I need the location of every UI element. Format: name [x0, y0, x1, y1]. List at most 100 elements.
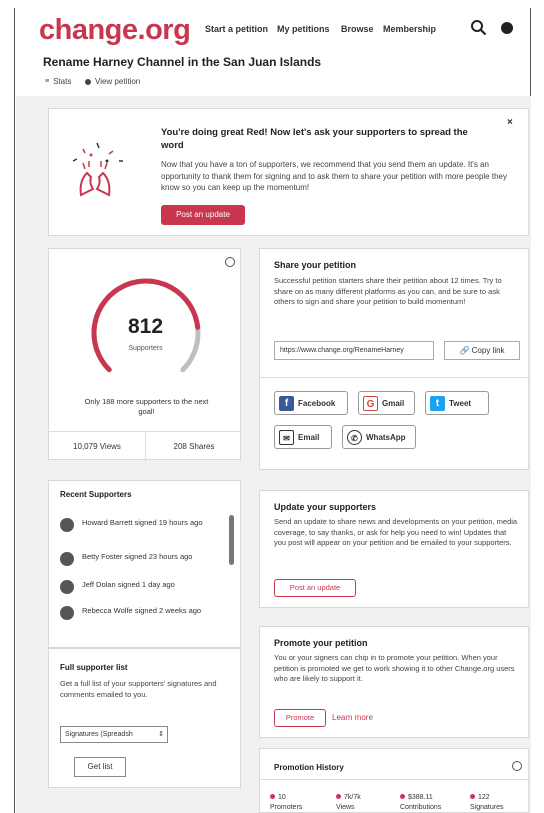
stat-value: $388.11	[408, 794, 433, 801]
tweet-share-button[interactable]: t Tweet	[425, 391, 489, 415]
stat-label: Promoters	[270, 804, 303, 811]
change-org-logo[interactable]: change.org	[39, 14, 191, 47]
refresh-icon[interactable]	[225, 257, 235, 267]
share-text: Successful petition starters share their…	[274, 276, 502, 306]
gmail-share-button[interactable]: G Gmail	[358, 391, 415, 415]
format-select[interactable]: Signatures (Spreadsh ⇕	[60, 726, 168, 743]
celebration-icon	[72, 142, 123, 197]
get-list-button[interactable]: Get list	[74, 757, 126, 777]
learn-more-link[interactable]: Learn more	[332, 713, 373, 722]
history-contributions: $388.11 Contributions	[400, 793, 441, 813]
supporter-entry: Howard Barrett signed 19 hours ago	[82, 518, 203, 527]
list-item: Jeff Dolan signed 1 day ago	[60, 579, 220, 594]
gmail-icon: G	[363, 395, 378, 411]
email-share-button[interactable]: ✉ Email	[274, 425, 332, 449]
stats-row: 10,079 Views 208 Shares	[49, 431, 242, 461]
promoters-icon	[270, 794, 275, 799]
promote-title: Promote your petition	[274, 638, 368, 648]
avatar	[60, 518, 74, 532]
supporters-count: 812	[127, 315, 164, 338]
full-list-text: Get a full list of your supporters' sign…	[60, 679, 217, 699]
whatsapp-icon: ✆	[347, 429, 362, 445]
promote-card: Promote your petition You or your signer…	[259, 626, 529, 738]
stat-value: 10	[278, 794, 286, 801]
petition-title: Rename Harney Channel in the San Juan Is…	[43, 55, 322, 69]
user-avatar[interactable]	[501, 22, 513, 34]
refresh-icon[interactable]	[512, 761, 522, 771]
list-item: Rebecca Wolfe signed 2 weeks ago	[60, 605, 220, 620]
nav-membership[interactable]: Membership	[383, 24, 436, 34]
share-divider	[260, 377, 530, 378]
full-list-title: Full supporter list	[60, 663, 128, 672]
stat-value: 7k/7k	[344, 794, 361, 801]
eye-icon	[85, 78, 91, 85]
update-title: Update your supporters	[274, 502, 377, 512]
shares-count: 208 Shares	[145, 432, 242, 461]
list-item: Betty Foster signed 23 hours ago	[60, 551, 220, 566]
recent-supporters-card: Recent Supporters Howard Barrett signed …	[48, 480, 241, 648]
supporters-card: 812 Supporters Only 188 more supporters …	[48, 248, 242, 461]
whatsapp-share-button[interactable]: ✆ WhatsApp	[342, 425, 416, 449]
supporter-entry: Betty Foster signed 23 hours ago	[82, 552, 193, 561]
format-select-value: Signatures (Spreadsh	[65, 731, 133, 738]
history-promoters: 10 Promoters	[270, 793, 302, 813]
banner-text: Now that you have a ton of supporters, w…	[161, 160, 507, 192]
share-title: Share your petition	[274, 260, 357, 270]
share-card: Share your petition Successful petition …	[259, 248, 530, 470]
supporters-label: Supporters	[128, 345, 163, 352]
promote-text: You or your signers can chip in to promo…	[274, 653, 515, 683]
copy-link-label: Copy link	[471, 346, 505, 355]
petition-url-field[interactable]: https://www.change.org/RenameHarney	[274, 341, 434, 360]
tab-view-petition[interactable]: View petition	[85, 77, 140, 86]
chevron-down-icon: ⇕	[158, 731, 164, 738]
post-update-button[interactable]: Post an update	[161, 205, 245, 225]
stat-label: Signatures	[470, 804, 504, 811]
list-item: Howard Barrett signed 19 hours ago	[60, 517, 220, 532]
tweet-label: Tweet	[449, 398, 472, 408]
stat-label: Views	[336, 804, 355, 811]
supporter-entry: Jeff Dolan signed 1 day ago	[82, 580, 175, 589]
envelope-icon: ✉	[279, 429, 294, 445]
tab-stats[interactable]: ≡ Stats	[45, 77, 71, 86]
stat-value: 122	[478, 794, 490, 801]
contributions-icon	[400, 794, 405, 799]
tab-view-petition-label: View petition	[95, 77, 141, 86]
facebook-label: Facebook	[298, 398, 336, 408]
avatar	[60, 606, 74, 620]
facebook-icon: f	[279, 395, 294, 411]
supporter-entry: Rebecca Wolfe signed 2 weeks ago	[82, 606, 202, 615]
views-icon	[336, 794, 341, 799]
scrollbar[interactable]	[229, 515, 234, 565]
post-update-outline-button[interactable]: Post an update	[274, 579, 356, 597]
nav-my-petitions[interactable]: My petitions	[277, 24, 330, 34]
page-frame: change.org Start a petition My petitions…	[14, 8, 531, 813]
signatures-icon	[470, 794, 475, 799]
top-navigation: change.org Start a petition My petitions…	[15, 8, 532, 52]
banner-title: You're doing great Red! Now let's ask yo…	[161, 127, 468, 151]
history-views: 7k/7k Views	[336, 793, 361, 813]
facebook-share-button[interactable]: f Facebook	[274, 391, 348, 415]
email-label: Email	[298, 432, 320, 442]
gmail-label: Gmail	[382, 398, 405, 408]
search-icon[interactable]	[470, 19, 487, 36]
encouragement-banner: You're doing great Red! Now let's ask yo…	[48, 108, 529, 236]
nav-start-petition[interactable]: Start a petition	[205, 24, 268, 34]
promote-button[interactable]: Promote	[274, 709, 326, 727]
twitter-icon: t	[430, 395, 445, 411]
history-divider	[260, 779, 530, 780]
promotion-history-card: Promotion History 10 Promoters 7k/7k Vie…	[259, 748, 530, 813]
recent-supporters-title: Recent Supporters	[60, 490, 132, 499]
views-count: 10,079 Views	[73, 442, 121, 451]
update-text: Send an update to share news and develop…	[274, 517, 518, 547]
update-card: Update your supporters Send an update to…	[259, 490, 529, 608]
avatar	[60, 552, 74, 566]
nav-browse[interactable]: Browse	[341, 24, 374, 34]
stats-icon: ≡	[45, 78, 50, 85]
link-icon: 🔗	[459, 346, 470, 355]
tab-stats-label: Stats	[53, 77, 72, 86]
whatsapp-label: WhatsApp	[366, 432, 406, 442]
copy-link-button[interactable]: 🔗 Copy link	[444, 341, 520, 360]
close-icon[interactable]: ×	[507, 117, 513, 128]
promotion-history-title: Promotion History	[274, 763, 344, 772]
full-list-card: Full supporter list Get a full list of y…	[48, 648, 241, 788]
